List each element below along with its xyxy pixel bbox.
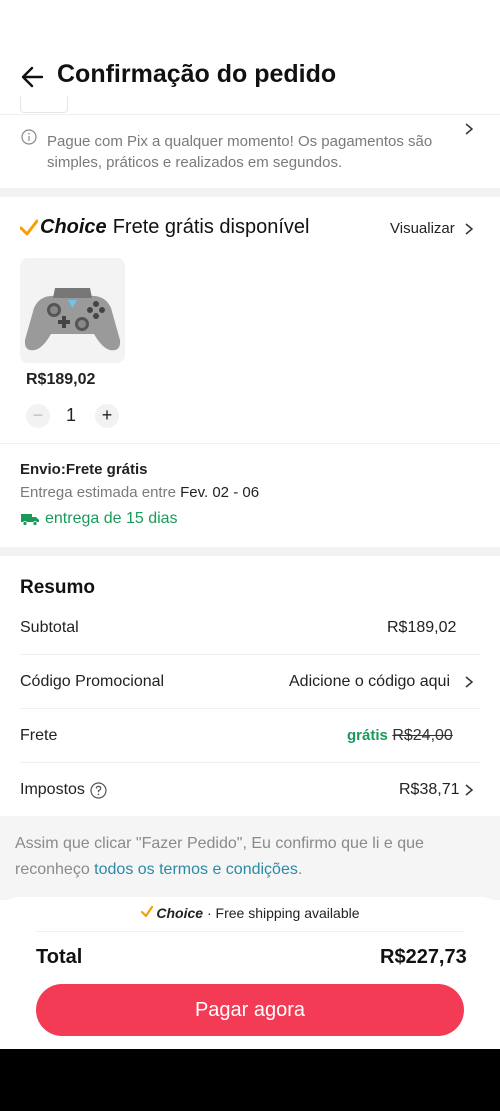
choice-banner: Choice · Free shipping available xyxy=(0,905,500,921)
check-icon xyxy=(20,219,38,235)
divider xyxy=(20,762,480,763)
payment-card-stub xyxy=(20,96,68,113)
taxes-label-text: Impostos xyxy=(20,781,85,798)
frete-original-price: R$24,00 xyxy=(392,727,453,744)
delivery-days: entrega de 15 dias xyxy=(20,510,178,528)
free-shipping-text: Frete grátis disponível xyxy=(112,216,310,238)
back-arrow-icon[interactable] xyxy=(18,62,48,92)
quantity-increase-button[interactable]: + xyxy=(95,404,119,428)
system-nav-bar xyxy=(0,1049,500,1111)
quantity-value: 1 xyxy=(66,405,77,425)
visualizar-link[interactable]: Visualizar xyxy=(390,220,455,237)
product-price: R$189,02 xyxy=(26,371,96,388)
section-divider xyxy=(0,188,500,197)
truck-icon xyxy=(21,514,39,526)
divider xyxy=(20,708,480,709)
page-title: Confirmação do pedido xyxy=(57,60,337,88)
promo-code-button[interactable]: Adicione o código aqui xyxy=(289,673,450,691)
gamepad-icon xyxy=(24,288,121,351)
chevron-right-icon xyxy=(465,784,474,796)
frete-gratis: grátis xyxy=(347,727,388,744)
pix-message: Pague com Pix a qualquer momento! Os pag… xyxy=(47,133,433,171)
taxes-label: Impostos xyxy=(20,781,107,799)
choice-label: Choice xyxy=(40,216,107,238)
shipping-method: Envio:Frete grátis xyxy=(20,461,148,478)
chevron-right-icon xyxy=(465,123,474,135)
delivery-days-text: entrega de 15 dias xyxy=(45,510,178,527)
subtotal-value: R$189,02 xyxy=(387,619,457,636)
estimate-dates: Fev. 02 - 06 xyxy=(180,484,260,501)
subtotal-label: Subtotal xyxy=(20,619,79,636)
chevron-right-icon xyxy=(465,223,474,235)
divider xyxy=(36,931,464,932)
promo-code-label: Código Promocional xyxy=(20,673,165,690)
choice-shipping-header: Choice Frete grátis disponível xyxy=(20,216,309,239)
divider xyxy=(20,654,480,655)
delivery-estimate: Entrega estimada entre Fev. 02 - 06 xyxy=(20,484,259,501)
product-image[interactable] xyxy=(20,258,125,363)
frete-value: grátis R$24,00 xyxy=(347,727,453,745)
chevron-right-icon xyxy=(465,676,474,688)
summary-title: Resumo xyxy=(20,577,95,598)
check-icon xyxy=(140,905,153,918)
section-divider xyxy=(0,547,500,556)
terms-notice: Assim que clicar "Fazer Pedido", Eu conf… xyxy=(15,831,485,883)
quantity-decrease-button[interactable]: − xyxy=(26,404,50,428)
info-icon xyxy=(21,129,37,145)
choice-label: Choice xyxy=(156,905,204,921)
terms-link[interactable]: todos os termos e condições xyxy=(94,861,298,878)
estimate-prefix: Entrega estimada entre xyxy=(20,484,176,501)
pix-info-row[interactable]: Pague com Pix a qualquer momento! Os pag… xyxy=(0,114,500,189)
total-value: R$227,73 xyxy=(380,946,467,968)
total-label: Total xyxy=(36,946,83,968)
pay-now-button[interactable]: Pagar agora xyxy=(36,984,464,1036)
top-bar: Confirmação do pedido xyxy=(0,46,500,106)
terms-period: . xyxy=(297,861,303,878)
taxes-value[interactable]: R$38,71 xyxy=(399,781,460,799)
frete-label: Frete xyxy=(20,727,58,744)
visualizar-label: Visualizar xyxy=(390,220,455,237)
help-icon[interactable] xyxy=(90,781,107,799)
free-shipping-banner: · Free shipping available xyxy=(206,905,360,921)
divider xyxy=(0,443,500,444)
